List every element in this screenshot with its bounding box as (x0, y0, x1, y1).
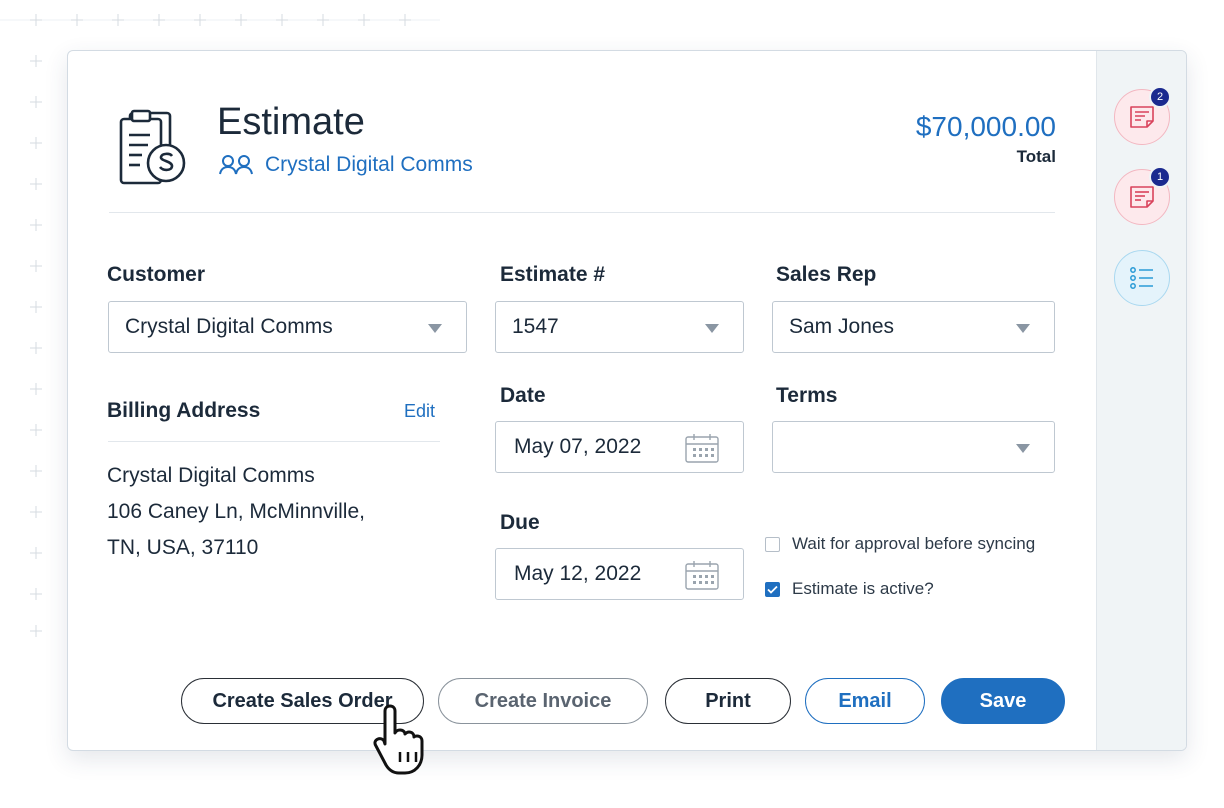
billing-divider (108, 441, 440, 442)
save-button[interactable]: Save (941, 678, 1065, 724)
sidebar-notes-button-2[interactable]: 1 (1114, 166, 1171, 225)
chevron-down-icon (705, 324, 719, 333)
estimate-number-label: Estimate # (500, 263, 606, 286)
right-sidebar: 2 1 (1096, 51, 1186, 750)
estimate-number-value: 1547 (512, 315, 559, 338)
header-divider (109, 212, 1055, 213)
wait-approval-checkbox-row[interactable]: Wait for approval before syncing (765, 534, 1035, 554)
date-input[interactable]: May 07, 2022 (495, 421, 744, 473)
checklist-icon (1130, 267, 1153, 289)
calendar-icon[interactable] (685, 560, 719, 590)
terms-label: Terms (776, 384, 838, 407)
page-title: Estimate (217, 101, 365, 143)
notification-badge: 1 (1149, 166, 1171, 188)
customer-link-text[interactable]: Crystal Digital Comms (265, 153, 473, 177)
billing-address-label: Billing Address (107, 399, 261, 422)
customer-label: Customer (107, 263, 206, 286)
sales-rep-label: Sales Rep (776, 263, 877, 286)
create-invoice-button[interactable]: Create Invoice (438, 678, 648, 724)
check-icon (767, 585, 778, 594)
sidebar-checklist-button[interactable] (1114, 250, 1170, 306)
terms-select[interactable] (772, 421, 1055, 473)
total-amount: $70,000.00 (915, 111, 1056, 142)
email-button[interactable]: Email (805, 678, 925, 724)
sidebar-notes-button-1[interactable]: 2 (1114, 86, 1171, 145)
notes-icon (1130, 106, 1154, 128)
notes-icon (1130, 186, 1154, 208)
due-date-input[interactable]: May 12, 2022 (495, 548, 744, 600)
sales-rep-value: Sam Jones (789, 315, 895, 338)
chevron-down-icon (428, 324, 442, 333)
date-label: Date (500, 384, 546, 407)
estimate-card: Estimate Crystal Digital Comms $70,000.0… (67, 50, 1187, 751)
customer-value: Crystal Digital Comms (125, 315, 333, 338)
notification-badge: 2 (1149, 86, 1171, 108)
billing-line-2: 106 Caney Ln, McMinnville, (107, 500, 365, 523)
users-icon (219, 155, 253, 175)
wait-approval-label: Wait for approval before syncing (792, 534, 1036, 553)
due-label: Due (500, 511, 540, 534)
chevron-down-icon (1016, 444, 1030, 453)
wait-approval-checkbox[interactable] (765, 536, 780, 552)
hand-cursor-icon (373, 704, 424, 775)
date-value: May 07, 2022 (514, 435, 642, 458)
edit-billing-link[interactable]: Edit (404, 401, 435, 422)
billing-line-1: Crystal Digital Comms (107, 464, 315, 487)
estimate-number-select[interactable]: 1547 (495, 301, 744, 353)
sales-rep-select[interactable]: Sam Jones (772, 301, 1055, 353)
estimate-clipboard-icon (119, 109, 186, 185)
customer-select[interactable]: Crystal Digital Comms (108, 301, 467, 353)
customer-link[interactable]: Crystal Digital Comms (219, 153, 473, 177)
estimate-active-checkbox-row[interactable]: Estimate is active? (765, 579, 934, 599)
due-date-value: May 12, 2022 (514, 562, 642, 585)
print-button[interactable]: Print (665, 678, 791, 724)
estimate-active-label: Estimate is active? (792, 579, 934, 598)
calendar-icon[interactable] (685, 433, 719, 463)
chevron-down-icon (1016, 324, 1030, 333)
billing-line-3: TN, USA, 37110 (107, 536, 259, 559)
estimate-active-checkbox[interactable] (765, 581, 780, 597)
total-label: Total (1016, 147, 1056, 166)
